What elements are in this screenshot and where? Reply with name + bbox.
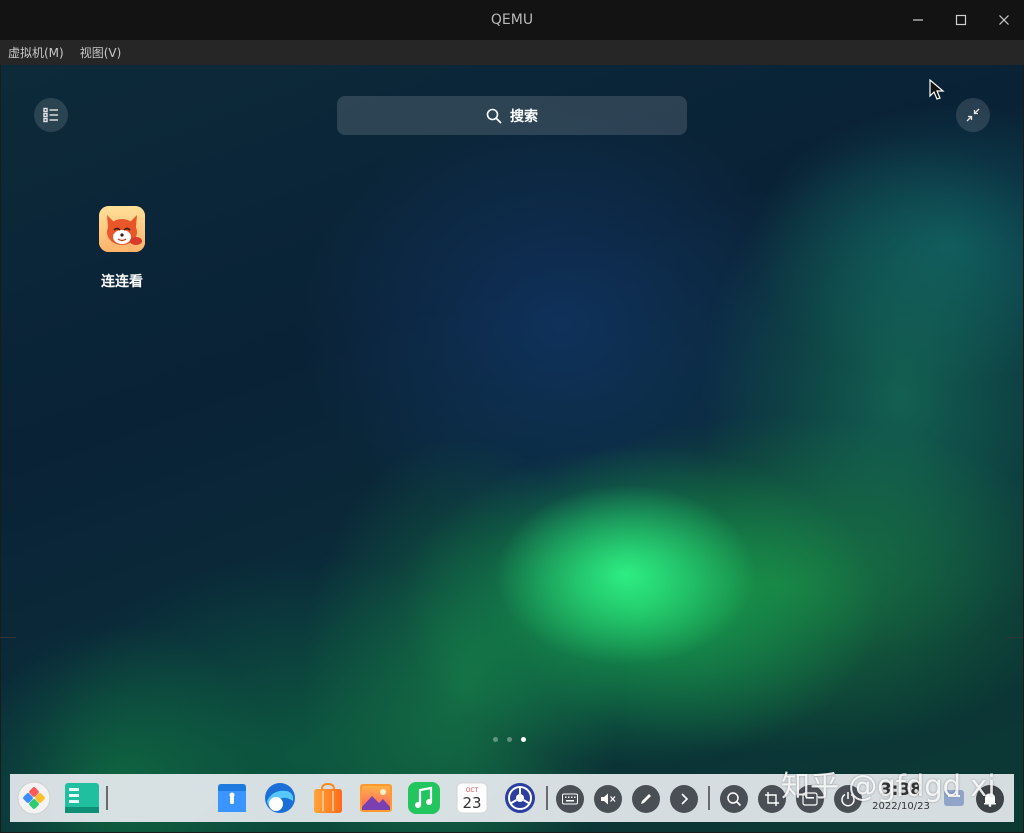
tray-volume[interactable] xyxy=(594,785,622,813)
page-dot[interactable] xyxy=(493,737,498,742)
tray-keyboard[interactable] xyxy=(556,785,584,813)
dock-separator xyxy=(546,786,548,810)
calendar-day: 23 xyxy=(462,794,481,812)
close-icon xyxy=(999,15,1009,25)
dock-calendar[interactable]: OCT 23 xyxy=(454,780,490,816)
menu-view[interactable]: 视图(V) xyxy=(80,44,122,61)
search-box[interactable]: 搜索 xyxy=(337,96,687,135)
search-placeholder: 搜索 xyxy=(510,108,538,125)
dock-control-center[interactable] xyxy=(502,780,538,816)
menubar: 虚拟机(M) 视图(V) xyxy=(0,40,1024,65)
dock-browser[interactable] xyxy=(262,780,298,816)
app-item-lianliankan[interactable]: 连连看 xyxy=(89,205,155,291)
maximize-button[interactable] xyxy=(939,0,983,40)
category-view-button[interactable] xyxy=(34,98,68,132)
page-dot[interactable] xyxy=(507,737,512,742)
file-manager-icon xyxy=(218,784,246,812)
tray-pen[interactable] xyxy=(632,785,660,813)
dock-launcher[interactable] xyxy=(16,780,52,816)
exit-fullscreen-button[interactable] xyxy=(956,98,990,132)
calendar-month: OCT xyxy=(466,787,479,794)
menu-machine[interactable]: 虚拟机(M) xyxy=(8,44,64,61)
pen-icon xyxy=(641,794,651,804)
dock-multitask[interactable] xyxy=(64,780,100,816)
app-label: 连连看 xyxy=(101,274,143,290)
app-store-icon xyxy=(314,782,342,813)
launcher-icon xyxy=(17,781,51,815)
multitask-icon xyxy=(65,783,99,813)
shrink-icon xyxy=(966,108,980,122)
watermark: 知乎 @gfdgd xi xyxy=(781,769,996,803)
minimize-icon xyxy=(913,19,923,21)
page-dot-active[interactable] xyxy=(521,737,526,742)
chevron-right-icon xyxy=(681,793,689,805)
edge-marker xyxy=(1006,637,1022,638)
list-icon xyxy=(43,107,58,123)
window-title: QEMU xyxy=(490,12,534,28)
search-icon xyxy=(486,108,502,123)
maximize-icon xyxy=(955,14,967,26)
tray-search[interactable] xyxy=(720,785,748,813)
calendar-icon: OCT 23 xyxy=(456,782,488,814)
dock-separator xyxy=(708,786,710,810)
guest-desktop: 搜索 连连看 OCT 23 3:38 2022/10/23 知乎 @gfdgd … xyxy=(1,65,1023,832)
image-viewer-icon xyxy=(360,784,392,812)
music-icon xyxy=(408,782,440,814)
dock-music[interactable] xyxy=(406,780,442,816)
search-icon xyxy=(727,792,742,807)
control-center-icon xyxy=(505,783,535,813)
fox-game-icon xyxy=(99,206,145,252)
volume-muted-icon xyxy=(601,793,616,805)
close-button[interactable] xyxy=(982,0,1024,40)
screenshot-icon xyxy=(765,792,779,806)
tray-expand[interactable] xyxy=(670,785,698,813)
dock-image-viewer[interactable] xyxy=(358,780,394,816)
edge-marker xyxy=(0,637,16,638)
window-titlebar: QEMU xyxy=(0,0,1024,40)
browser-icon xyxy=(265,783,295,813)
dock-separator xyxy=(106,786,108,810)
keyboard-icon xyxy=(562,793,578,805)
dock-file-manager[interactable] xyxy=(214,780,250,816)
dock-app-store[interactable] xyxy=(310,780,346,816)
mouse-cursor-icon xyxy=(929,79,945,100)
minimize-button[interactable] xyxy=(896,0,940,40)
page-indicator xyxy=(493,737,526,742)
